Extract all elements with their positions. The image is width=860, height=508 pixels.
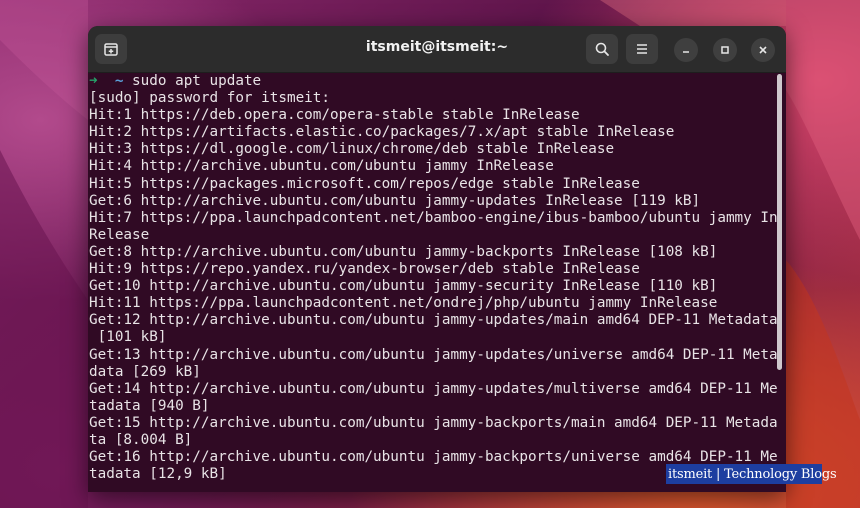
output-line: Get:6 http://archive.ubuntu.com/ubuntu j… — [89, 192, 701, 209]
hamburger-menu-icon — [637, 44, 647, 54]
output-line: tadata [940 B] — [89, 397, 210, 414]
search-icon — [595, 42, 609, 56]
output-line: ta [8.004 B] — [89, 431, 193, 448]
prompt-arrow: ➜ — [89, 73, 98, 89]
output-line: Hit:7 https://ppa.launchpadcontent.net/b… — [89, 209, 778, 226]
output-line: Release — [89, 226, 150, 243]
output-line: Get:10 http://archive.ubuntu.com/ubuntu … — [89, 278, 718, 295]
prompt-directory: ~ — [114, 73, 124, 89]
maximize-icon — [721, 46, 729, 54]
scrollbar[interactable] — [777, 74, 782, 370]
output-line: Hit:11 https://ppa.launchpadcontent.net/… — [89, 295, 718, 312]
output-line: Hit:3 https://dl.google.com/linux/chrome… — [89, 141, 615, 158]
close-icon — [759, 46, 767, 54]
output-line: Hit:4 http://archive.ubuntu.com/ubuntu j… — [89, 158, 554, 175]
output-line: Get:14 http://archive.ubuntu.com/ubuntu … — [89, 380, 778, 397]
close-button[interactable] — [751, 38, 775, 62]
output-line: Hit:2 https://artifacts.elastic.co/packa… — [89, 124, 675, 141]
output-line: Hit:9 https://repo.yandex.ru/yandex-brow… — [89, 261, 640, 278]
output-line: data [269 kB] — [89, 363, 201, 380]
search-button[interactable] — [586, 34, 618, 64]
output-line: Hit:5 https://packages.microsoft.com/rep… — [89, 175, 640, 192]
titlebar: itsmeit@itsmeit:~ — [88, 26, 786, 73]
minimize-icon — [683, 51, 689, 53]
terminal-window: itsmeit@itsmeit:~ ➜ ~ sudo apt update [s… — [88, 26, 786, 492]
menu-button[interactable] — [626, 34, 658, 64]
output-line: Hit:1 https://deb.opera.com/opera-stable… — [89, 107, 580, 124]
prompt-line: ➜ ~ sudo apt update — [89, 73, 778, 90]
terminal-output[interactable]: ➜ ~ sudo apt update [sudo] password for … — [88, 72, 778, 492]
output-line: [sudo] password for itsmeit: — [89, 90, 331, 107]
minimize-button[interactable] — [674, 38, 698, 62]
output-line: Get:12 http://archive.ubuntu.com/ubuntu … — [89, 312, 778, 329]
output-line: Get:8 http://archive.ubuntu.com/ubuntu j… — [89, 243, 718, 260]
output-line: Get:15 http://archive.ubuntu.com/ubuntu … — [89, 414, 778, 431]
output-line: [101 kB] — [89, 329, 167, 346]
watermark-label: itsmeit | Technology Blogs — [666, 464, 837, 484]
output-line: Get:13 http://archive.ubuntu.com/ubuntu … — [89, 346, 778, 363]
prompt-command: sudo apt update — [132, 73, 262, 89]
maximize-button[interactable] — [713, 38, 737, 62]
